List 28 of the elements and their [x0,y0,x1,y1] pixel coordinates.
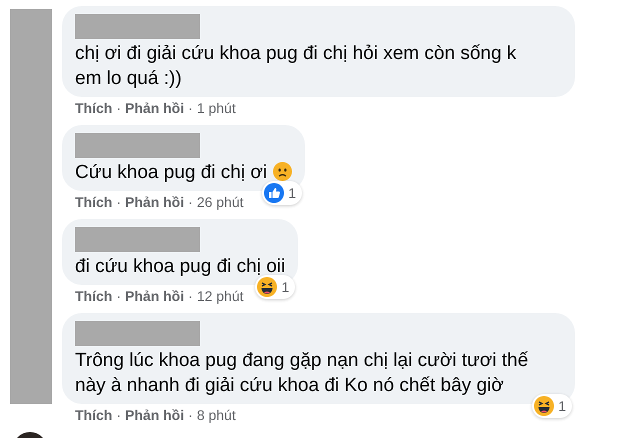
separator-dot: · [116,100,122,117]
like-link[interactable]: Thích [75,194,112,211]
comment-time: 12 phút [196,288,244,305]
like-link[interactable]: Thích [75,288,112,305]
separator-dot: · [116,407,122,424]
laughing-face-icon [257,277,278,297]
separator-dot: · [188,194,193,211]
reply-link[interactable]: Phản hồi [125,288,184,305]
separator-dot: · [116,194,122,211]
comment-text: Trông lúc khoa pug đang gặp nạn chị lại cười tươi thế này à nhanh đi giải cứu khoa đi Ko nó chết bây giờ [75,349,530,398]
separator-dot: · [188,100,193,117]
reaction-badge[interactable]: 1 [255,275,296,299]
reaction-badge[interactable]: 1 [262,181,302,205]
separator-dot: · [188,407,193,424]
thumbs-up-icon [264,183,284,203]
comment-time: 1 phút [196,100,236,117]
reply-link[interactable]: Phản hồi [125,407,184,424]
laughing-face-icon [534,396,554,416]
reply-link[interactable]: Phản hồi [125,194,184,211]
reply-link[interactable]: Phản hồi [125,100,184,117]
like-link[interactable]: Thích [75,407,112,424]
comment-text: chị ơi đi giải cứu khoa pug đi chị hỏi xem còn sống k em lo quá :)) [75,42,518,91]
separator-dot: · [116,288,122,305]
like-link[interactable]: Thích [75,100,112,117]
comment-time: 26 phút [196,194,244,211]
comment-time: 8 phút [196,407,236,424]
separator-dot: · [188,288,193,305]
reaction-badge[interactable]: 1 [532,394,572,418]
